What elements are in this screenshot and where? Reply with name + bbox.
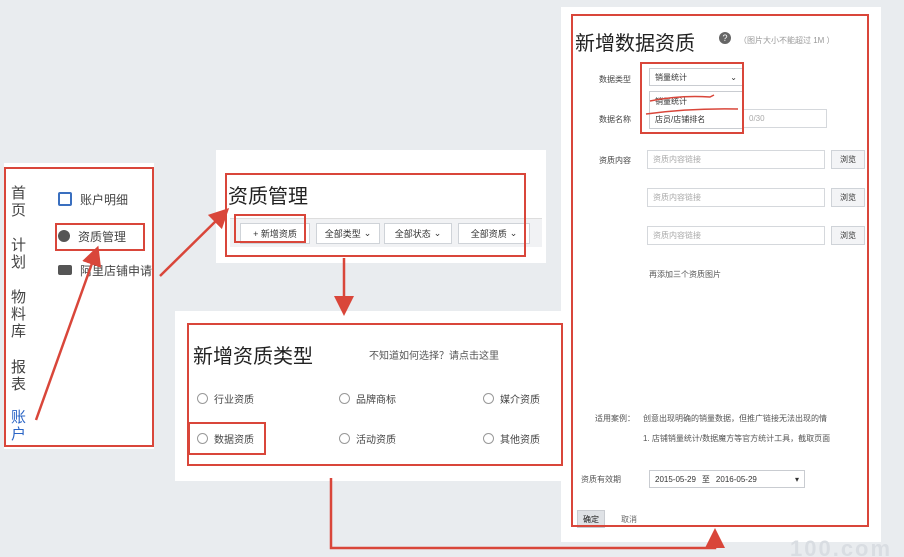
watermark: 100.com bbox=[790, 536, 893, 557]
scribble-mark bbox=[645, 108, 739, 115]
arrow-line bbox=[329, 478, 725, 550]
annotation-arrows bbox=[34, 94, 739, 550]
scribble-mark bbox=[649, 94, 715, 102]
arrow-line bbox=[159, 207, 230, 277]
arrow-line bbox=[34, 245, 102, 421]
